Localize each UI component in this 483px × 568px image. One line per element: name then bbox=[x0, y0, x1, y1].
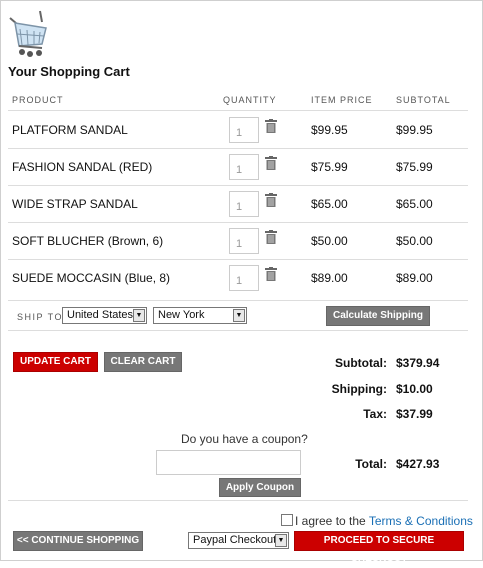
update-cart-button[interactable]: UPDATE CART bbox=[13, 352, 98, 372]
total-value: $427.93 bbox=[396, 457, 440, 471]
trash-icon[interactable] bbox=[265, 267, 277, 281]
apply-coupon-button[interactable]: Apply Coupon bbox=[219, 478, 301, 497]
tax-value: $37.99 bbox=[396, 407, 433, 421]
item-price: $99.95 bbox=[311, 123, 348, 137]
coupon-question: Do you have a coupon? bbox=[181, 432, 308, 446]
terms-text: I agree to the bbox=[295, 514, 369, 528]
trash-icon[interactable] bbox=[265, 230, 277, 244]
terms-link[interactable]: Terms & Conditions bbox=[369, 514, 473, 528]
clear-cart-button[interactable]: CLEAR CART bbox=[104, 352, 182, 372]
subtotal-label: Subtotal: bbox=[335, 356, 387, 370]
divider bbox=[8, 185, 468, 186]
divider bbox=[8, 110, 468, 111]
column-header-quantity: QUANTITY bbox=[223, 95, 277, 105]
column-header-subtotal: SUBTOTAL bbox=[396, 95, 451, 105]
shipping-value: $10.00 bbox=[396, 382, 433, 396]
continue-shopping-button[interactable]: << CONTINUE SHOPPING bbox=[13, 531, 143, 551]
divider bbox=[8, 330, 468, 331]
product-name: WIDE STRAP SANDAL bbox=[12, 197, 138, 211]
checkout-method-select[interactable]: Paypal Checkout ▼ bbox=[188, 532, 289, 549]
total-label: Total: bbox=[355, 457, 387, 471]
divider bbox=[8, 500, 468, 501]
trash-icon[interactable] bbox=[265, 193, 277, 207]
coupon-input[interactable] bbox=[156, 450, 301, 475]
item-subtotal: $99.95 bbox=[396, 123, 433, 137]
checkout-method-value: Paypal Checkout bbox=[193, 534, 277, 546]
trash-icon[interactable] bbox=[265, 119, 277, 133]
item-subtotal: $89.00 bbox=[396, 271, 433, 285]
tax-label: Tax: bbox=[363, 407, 387, 421]
terms-agreement: I agree to the Terms & Conditions bbox=[281, 514, 473, 528]
item-price: $89.00 bbox=[311, 271, 348, 285]
quantity-input[interactable] bbox=[229, 154, 259, 180]
proceed-to-checkout-button[interactable]: PROCEED TO SECURE CHECKOUT bbox=[294, 531, 464, 564]
product-name: PLATFORM SANDAL bbox=[12, 123, 128, 137]
terms-checkbox[interactable] bbox=[281, 514, 293, 526]
ship-to-label: SHIP TO: bbox=[17, 312, 68, 322]
quantity-input[interactable] bbox=[229, 117, 259, 143]
chevron-down-icon: ▼ bbox=[233, 309, 245, 322]
item-price: $75.99 bbox=[311, 160, 348, 174]
column-header-product: PRODUCT bbox=[12, 95, 64, 105]
subtotal-value: $379.94 bbox=[396, 356, 440, 370]
item-price: $50.00 bbox=[311, 234, 348, 248]
column-header-item-price: ITEM PRICE bbox=[311, 95, 373, 105]
item-price: $65.00 bbox=[311, 197, 348, 211]
divider bbox=[8, 222, 468, 223]
item-subtotal: $50.00 bbox=[396, 234, 433, 248]
chevron-down-icon: ▼ bbox=[133, 309, 145, 322]
quantity-input[interactable] bbox=[229, 191, 259, 217]
product-name: SUEDE MOCCASIN (Blue, 8) bbox=[12, 271, 171, 285]
page-title: Your Shopping Cart bbox=[8, 64, 130, 79]
product-name: SOFT BLUCHER (Brown, 6) bbox=[12, 234, 164, 248]
divider bbox=[8, 259, 468, 260]
country-select[interactable]: United States ▼ bbox=[62, 307, 147, 324]
country-select-value: United States bbox=[67, 309, 134, 321]
divider bbox=[8, 148, 468, 149]
shopping-cart-icon bbox=[9, 10, 47, 57]
divider bbox=[8, 300, 468, 301]
trash-icon[interactable] bbox=[265, 156, 277, 170]
quantity-input[interactable] bbox=[229, 228, 259, 254]
item-subtotal: $75.99 bbox=[396, 160, 433, 174]
state-select[interactable]: New York ▼ bbox=[153, 307, 247, 324]
quantity-input[interactable] bbox=[229, 265, 259, 291]
chevron-down-icon: ▼ bbox=[275, 534, 287, 547]
item-subtotal: $65.00 bbox=[396, 197, 433, 211]
product-name: FASHION SANDAL (RED) bbox=[12, 160, 153, 174]
shipping-label: Shipping: bbox=[331, 382, 387, 396]
calculate-shipping-button[interactable]: Calculate Shipping bbox=[326, 306, 430, 326]
state-select-value: New York bbox=[158, 309, 205, 321]
